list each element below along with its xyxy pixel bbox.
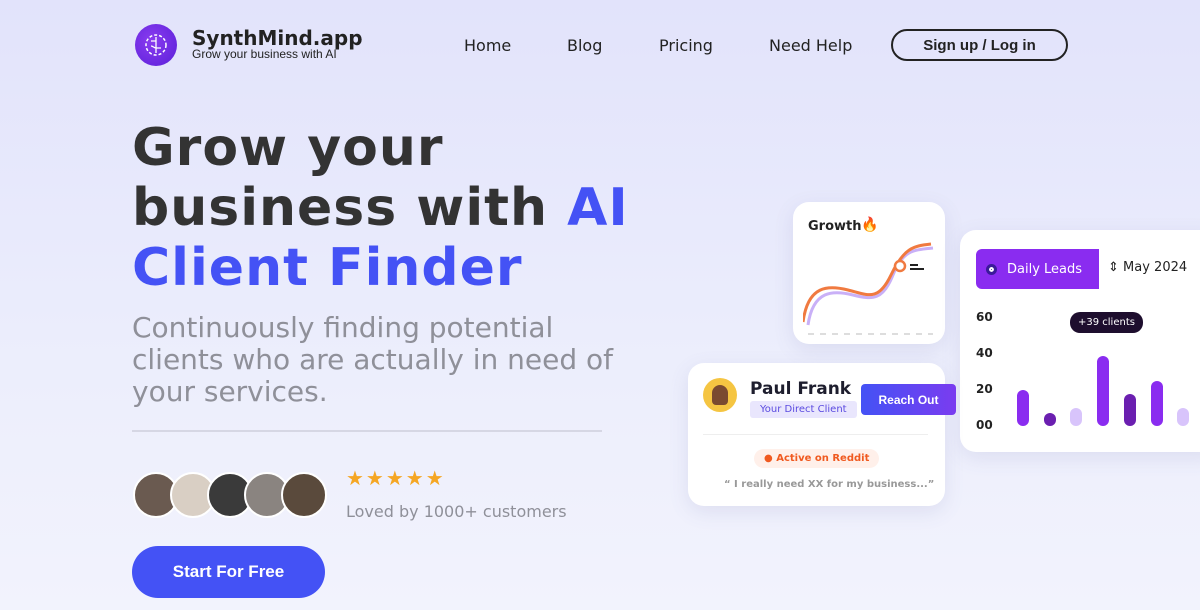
growth-card: Growth 🔥 [793,202,945,344]
growth-line-orange [803,242,932,323]
avatar [281,472,327,518]
loved-by-text: Loved by 1000+ customers [346,502,567,521]
growth-line-purple [806,246,934,326]
daily-leads-card: Daily Leads ⇕ May 2024 60 40 20 00 +39 c… [960,230,1200,452]
daily-leads-tab[interactable]: Daily Leads [976,249,1099,289]
bar [1070,408,1083,426]
client-card: Paul Frank Your Direct Client Reach Out … [688,363,956,506]
client-badge: Your Direct Client [750,401,857,418]
client-name: Paul Frank [750,379,852,399]
nav-pricing[interactable]: Pricing [659,36,713,55]
reach-out-button[interactable]: Reach Out [861,384,956,415]
reddit-label: Active on Reddit [776,453,870,464]
client-avatar [703,378,737,412]
growth-point [893,259,907,273]
brand-tagline: Grow your business with AI [192,47,337,61]
nav-blog[interactable]: Blog [567,36,602,55]
divider [132,430,602,432]
title-accent: Client Finder [132,238,523,298]
leads-bar-chart: 60 40 20 00 +39 clients [960,308,1200,432]
nav-home[interactable]: Home [464,36,511,55]
growth-title: Growth [808,219,862,234]
sort-icon: ⇕ [1108,260,1119,275]
reddit-badge: ● Active on Reddit [754,449,880,468]
brain-gear-icon [145,34,167,56]
nav-need-help[interactable]: Need Help [769,36,852,55]
bar [1097,355,1110,426]
fire-icon: 🔥 [861,217,879,233]
month-label: May 2024 [1123,260,1188,275]
hero-subtitle: Continuously finding potential clients w… [132,311,614,408]
reddit-icon: ● [764,453,773,464]
bar [1177,408,1190,426]
bar [1043,413,1056,426]
start-for-free-button[interactable]: Start For Free [132,546,325,598]
title-line: Grow your [132,118,444,178]
logo[interactable] [135,24,177,66]
bar [1017,390,1029,426]
month-select[interactable]: ⇕ May 2024 [1108,260,1187,275]
bar [1123,393,1136,426]
growth-line-chart [803,242,934,335]
hero-title: Grow your business with AI Client Finder [132,118,629,298]
daily-leads-label: Daily Leads [1007,261,1083,277]
title-line: business with [132,178,568,238]
radio-dot-icon [986,263,997,275]
title-accent: AI [567,178,629,238]
bar [1150,381,1163,426]
rating-stars: ★★★★★ [346,466,446,490]
tooltip: +39 clients [1070,312,1143,333]
signup-login-button[interactable]: Sign up / Log in [891,29,1068,61]
client-quote: “ I really need XX for my business...” [724,479,935,490]
divider [703,434,928,435]
